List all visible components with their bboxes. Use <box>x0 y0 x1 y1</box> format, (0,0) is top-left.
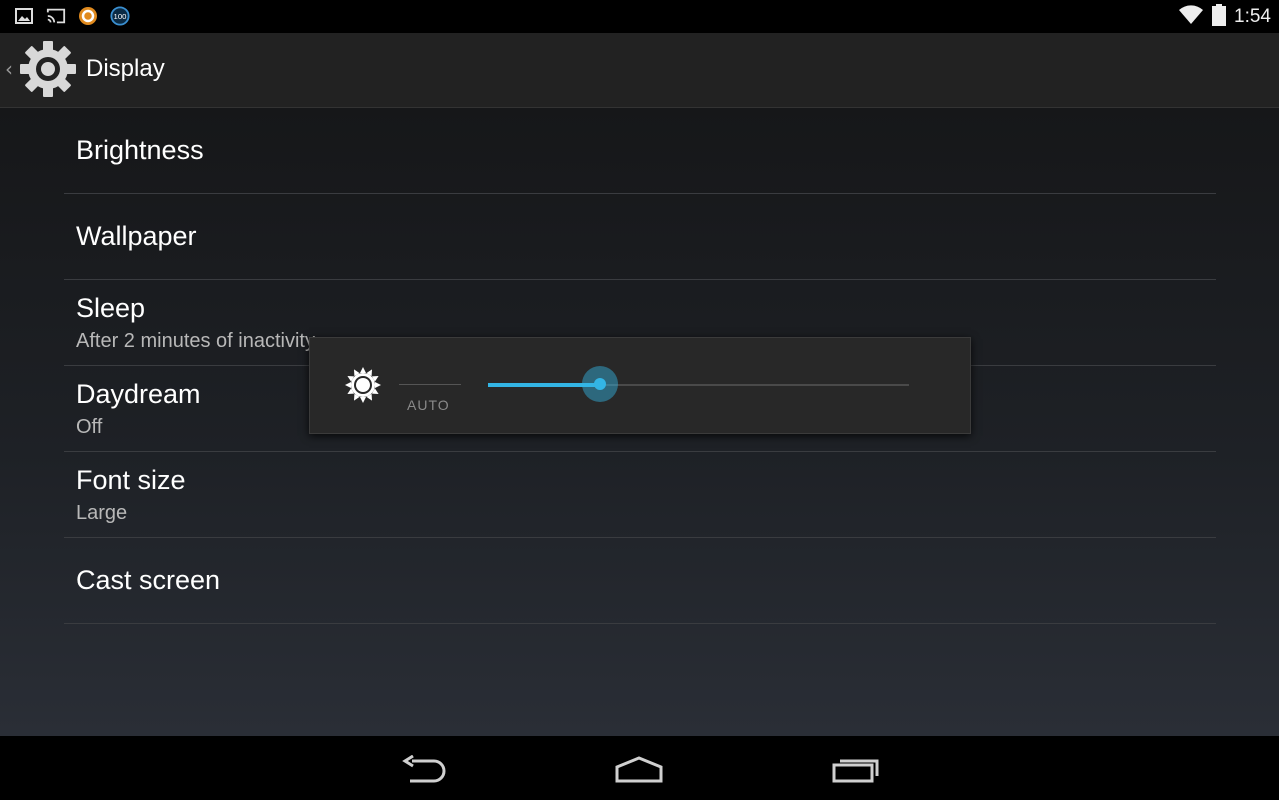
clock: 1:54 <box>1234 6 1271 27</box>
setting-title: Daydream <box>76 379 201 409</box>
settings-gear-icon[interactable] <box>18 39 78 99</box>
setting-wallpaper[interactable]: Wallpaper <box>64 194 1216 280</box>
brightness-dialog: AUTO <box>309 337 971 434</box>
wifi-icon <box>1178 5 1204 29</box>
setting-font-size[interactable]: Font size Large <box>64 452 1216 538</box>
badge-text: 100 <box>114 12 127 21</box>
brightness-slider-thumb[interactable] <box>594 378 606 390</box>
page-title: Display <box>86 55 165 82</box>
auto-divider <box>399 384 461 385</box>
recent-apps-icon[interactable] <box>826 750 886 788</box>
gallery-icon <box>14 6 34 26</box>
back-icon[interactable] <box>394 750 454 788</box>
home-icon[interactable] <box>609 750 669 788</box>
battery-icon <box>1212 4 1227 30</box>
brightness-sun-icon <box>345 367 381 403</box>
notification-icons: 100 <box>14 6 130 26</box>
navigation-bar <box>0 736 1279 800</box>
cast-icon <box>46 6 66 26</box>
auto-brightness-toggle[interactable]: AUTO <box>407 397 450 413</box>
setting-title: Wallpaper <box>76 221 197 251</box>
action-bar: ‹ Display <box>0 33 1279 108</box>
setting-title: Font size <box>76 465 186 495</box>
setting-summary: Off <box>76 416 103 438</box>
brightness-slider[interactable] <box>488 366 909 402</box>
system-icons: 1:54 <box>1178 4 1271 30</box>
up-caret-icon[interactable]: ‹ <box>5 57 13 81</box>
setting-title: Brightness <box>76 135 204 165</box>
status-bar: 100 1:54 <box>0 0 1279 33</box>
setting-title: Sleep <box>76 293 146 323</box>
setting-title: Cast screen <box>76 565 221 595</box>
setting-brightness[interactable]: Brightness <box>64 108 1216 194</box>
setting-cast-screen[interactable]: Cast screen <box>64 538 1216 624</box>
setting-summary: After 2 minutes of inactivity <box>76 330 315 352</box>
setting-summary: Large <box>76 502 128 524</box>
battery-100-badge-icon: 100 <box>110 6 130 26</box>
app-orange-icon <box>78 6 98 26</box>
